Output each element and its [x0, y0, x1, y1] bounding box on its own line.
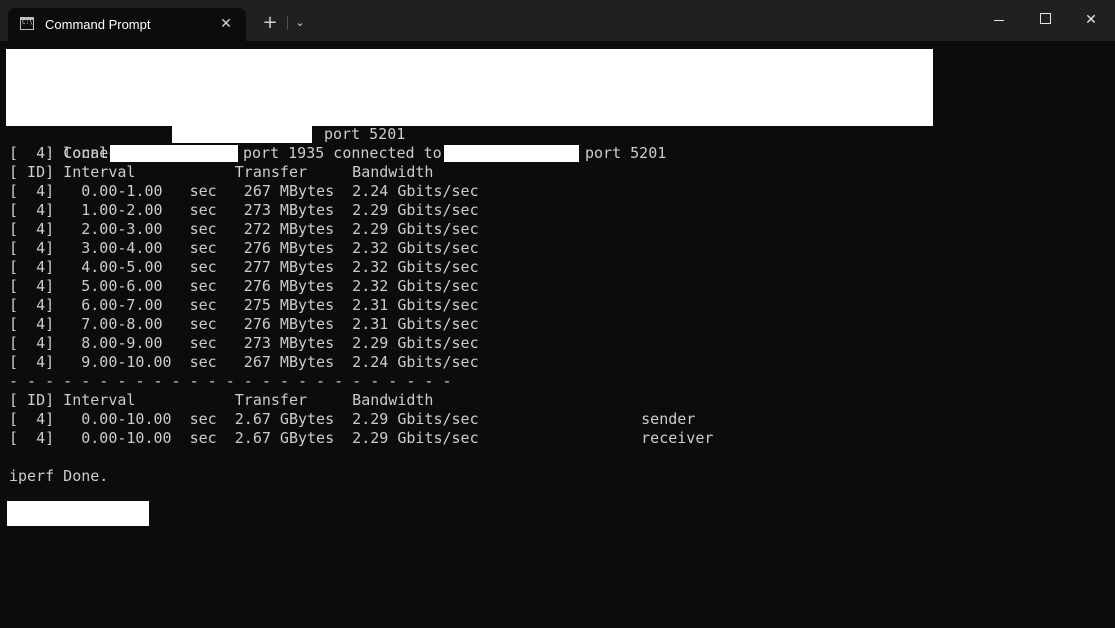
- close-icon: ✕: [1085, 12, 1097, 28]
- maximize-button[interactable]: [1022, 0, 1068, 41]
- close-button[interactable]: ✕: [1068, 0, 1114, 41]
- minimize-button[interactable]: [976, 0, 1022, 41]
- summary-row-receiver: [ 4] 0.00-10.00 sec 2.67 GBytes 2.29 Gbi…: [9, 429, 714, 447]
- summary-row-sender: [ 4] 0.00-10.00 sec 2.67 GBytes 2.29 Gbi…: [9, 410, 696, 428]
- interval-row: [ 4] 7.00-8.00 sec 276 MBytes 2.31 Gbits…: [9, 315, 479, 333]
- tab-title: Command Prompt: [45, 17, 151, 32]
- profile-dropdown-button[interactable]: ⌄: [290, 13, 310, 33]
- interval-row: [ 4] 3.00-4.00 sec 276 MBytes 2.32 Gbits…: [9, 239, 479, 257]
- local-prefix: [ 4] local: [9, 144, 109, 162]
- interval-row: [ 4] 1.00-2.00 sec 273 MBytes 2.29 Gbits…: [9, 201, 479, 219]
- separator-line: - - - - - - - - - - - - - - - - - - - - …: [9, 372, 452, 390]
- redacted-block: [6, 49, 933, 126]
- done-line: iperf Done.: [9, 467, 109, 485]
- interval-row: [ 4] 2.00-3.00 sec 272 MBytes 2.29 Gbits…: [9, 220, 479, 238]
- redacted-remote-ip: [444, 145, 579, 162]
- terminal-icon: C:\: [20, 17, 34, 30]
- title-bar: C:\ Command Prompt ✕ + ⌄ ✕: [0, 0, 1115, 41]
- summary-header: [ ID] Interval Transfer Bandwidth: [9, 391, 434, 409]
- tab-command-prompt[interactable]: C:\ Command Prompt ✕: [8, 8, 246, 41]
- interval-row: [ 4] 9.00-10.00 sec 267 MBytes 2.24 Gbit…: [9, 353, 479, 371]
- maximize-icon: [1039, 13, 1051, 24]
- terminal-output[interactable]: Connecting to host port 5201 [ 4] local …: [0, 41, 1115, 628]
- connecting-port: port 5201: [324, 125, 406, 143]
- interval-row: [ 4] 0.00-1.00 sec 267 MBytes 2.24 Gbits…: [9, 182, 479, 200]
- interval-row: [ 4] 5.00-6.00 sec 276 MBytes 2.32 Gbits…: [9, 277, 479, 295]
- tab-close-icon[interactable]: ✕: [216, 14, 236, 34]
- redacted-host: [172, 126, 312, 143]
- new-tab-button[interactable]: +: [259, 12, 281, 34]
- tab-divider: [287, 16, 288, 30]
- redacted-prompt: [7, 501, 149, 526]
- interval-row: [ 4] 8.00-9.00 sec 273 MBytes 2.29 Gbits…: [9, 334, 479, 352]
- local-middle: port 1935 connected to: [243, 144, 442, 162]
- minimize-icon: [994, 19, 1004, 21]
- command-prompt-window: C:\ Command Prompt ✕ + ⌄ ✕ Connecting to…: [0, 0, 1115, 628]
- interval-row: [ 4] 6.00-7.00 sec 275 MBytes 2.31 Gbits…: [9, 296, 479, 314]
- interval-row: [ 4] 4.00-5.00 sec 277 MBytes 2.32 Gbits…: [9, 258, 479, 276]
- chevron-down-icon: ⌄: [295, 16, 305, 29]
- redacted-local-ip: [110, 145, 238, 162]
- local-suffix: port 5201: [585, 144, 667, 162]
- table-header: [ ID] Interval Transfer Bandwidth: [9, 163, 434, 181]
